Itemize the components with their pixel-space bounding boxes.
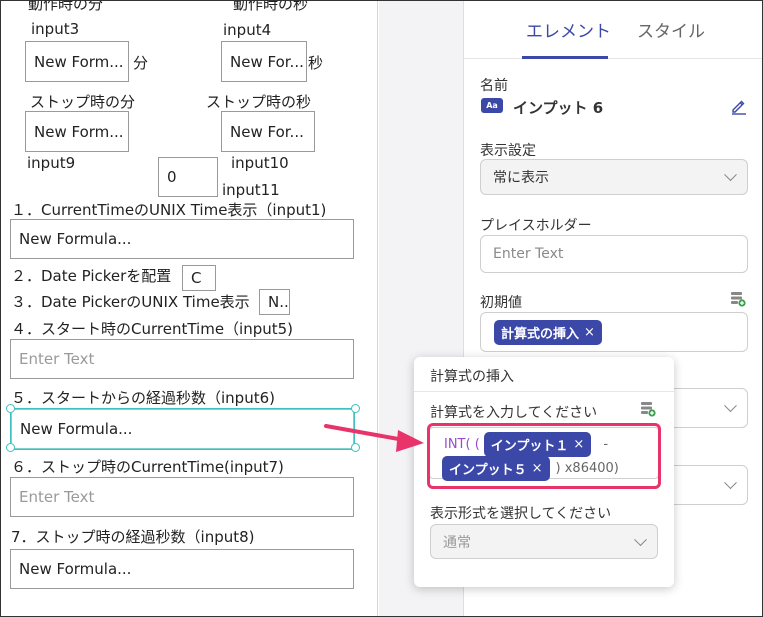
format-label: 表示形式を選択してください [430,506,612,522]
unit-sec: 秒 [308,54,324,72]
app-canvas: 動作時の分 動作時の秒 input3 input4 New Form... 分 … [1,1,378,616]
visibility-value: 常に表示 [493,170,549,186]
line4-label: ４．スタート時のCurrentTime（input5) [11,320,294,338]
input10-box[interactable]: New For... [221,111,315,152]
format-select[interactable]: 通常 [430,524,658,559]
insert-formula-chip[interactable]: 計算式の挿入 × [494,319,602,345]
input8-box[interactable]: New Formula... [10,549,354,589]
name-label: 名前 [480,78,508,94]
label-run-sec: 動作時の秒 [233,1,309,13]
chip-close-icon[interactable]: × [584,325,595,340]
input4-box[interactable]: New For... [221,41,307,82]
label-run-min: 動作時の分 [28,1,104,13]
initial-value-field[interactable]: 計算式の挿入 × [480,312,748,352]
line1-label: １．CurrentTimeのUNIX Time表示（input1) [11,201,327,219]
input3-box[interactable]: New Form... [25,41,129,82]
active-tab-indicator [522,56,608,59]
visibility-label: 表示設定 [480,143,536,159]
label-input10: input10 [231,154,289,172]
formula-highlight-box [427,423,661,489]
date-picker-box[interactable]: C [182,265,216,291]
pencil-icon[interactable] [730,97,748,115]
chevron-down-icon [724,399,737,413]
resize-handle-top-right[interactable] [351,404,360,413]
line3-label: ３．Date PickerのUNIX Time表示 [11,293,250,311]
label-input9: input9 [27,154,76,172]
chevron-down-icon [724,476,737,490]
formula-label: 計算式を入力してください [430,405,598,421]
input1-box[interactable]: New Formula... [10,219,354,259]
input11-box[interactable]: 0 [158,157,218,197]
resize-handle-top-left[interactable] [6,404,15,413]
input7-box[interactable]: Enter Text [10,477,354,517]
placeholder-label: プレイスホルダー [480,218,592,234]
label-input4: input4 [223,21,272,39]
input5-box[interactable]: Enter Text [10,339,354,379]
popup-title: 計算式の挿入 [430,369,514,385]
database-add-icon[interactable] [730,291,746,307]
resize-handle-bottom-right[interactable] [351,443,360,452]
unit-min: 分 [133,54,149,72]
initial-value-label: 初期値 [480,295,522,311]
input-type-icon: Aa [481,98,503,113]
visibility-select[interactable]: 常に表示 [480,159,748,195]
tab-element[interactable]: エレメント [526,17,611,42]
label-stop-sec: ストップ時の秒 [206,93,312,111]
chevron-down-icon [634,532,647,546]
line7-label: 7．ストップ時の経過秒数（input8) [11,528,255,546]
panel-tabs: エレメント スタイル [464,1,763,59]
insert-formula-chip-label: 計算式の挿入 [501,326,580,342]
chevron-down-icon [724,168,737,182]
input9-box[interactable]: New Form... [25,111,129,152]
input6-box-selected[interactable]: New Formula... [10,408,355,450]
format-value: 通常 [443,534,471,551]
line2-label: ２．Date Pickerを配置 [11,267,172,285]
label-input11: input11 [222,181,280,199]
element-name: インプット 6 [513,99,604,117]
placeholder-input[interactable]: Enter Text [480,235,748,273]
popup-divider [414,391,674,392]
resize-handle-bottom-left[interactable] [6,443,15,452]
database-add-icon[interactable] [640,401,656,417]
line5-label: ５．スタートからの経過秒数（input6) [11,389,275,407]
tab-style[interactable]: スタイル [637,17,705,42]
unix-time-box[interactable]: N.. [259,289,290,315]
line6-label: ６．ストップ時のCurrentTime(input7) [11,458,284,476]
label-stop-min: ストップ時の分 [30,93,136,111]
label-input3: input3 [31,20,80,38]
